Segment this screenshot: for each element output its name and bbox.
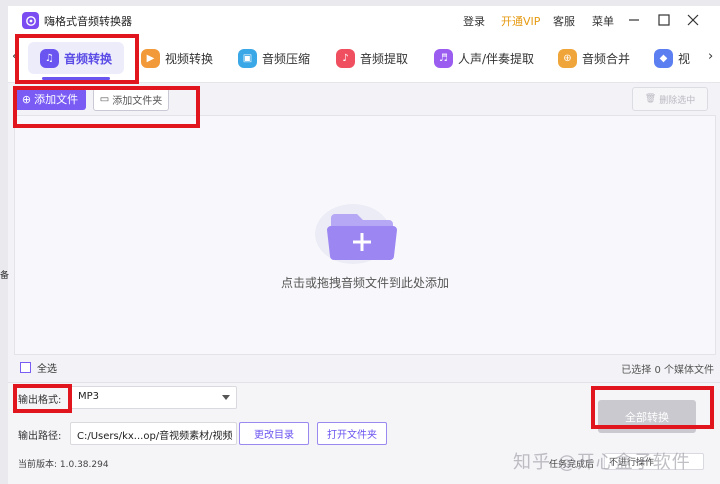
- vocal-icon: ♬: [434, 48, 453, 68]
- vip-link[interactable]: 开通VIP: [501, 13, 540, 29]
- tabs-left-arrow-icon[interactable]: ‹: [12, 49, 17, 64]
- compress-icon: ▣: [238, 48, 257, 68]
- service-link[interactable]: 客服: [553, 13, 575, 29]
- active-tab-indicator: [42, 77, 110, 80]
- tab-label: 音频转换: [64, 51, 113, 66]
- tabs-right-arrow-icon[interactable]: ›: [708, 49, 713, 64]
- output-format-select[interactable]: MP3: [70, 386, 237, 409]
- app-title: 嗨格式音频转换器: [44, 15, 132, 28]
- checkbox-box[interactable]: [20, 362, 31, 373]
- tab-audio-compress[interactable]: ▣ 音频压缩: [238, 42, 310, 74]
- convert-all-button[interactable]: 全部转换: [598, 400, 696, 433]
- headphones-icon: ♫: [40, 48, 59, 68]
- video-more-icon: ◆: [654, 48, 673, 68]
- tab-video-convert[interactable]: ▶ 视频转换: [141, 42, 213, 74]
- add-file-button[interactable]: ⊕ 添加文件: [14, 88, 86, 110]
- tab-audio-extract[interactable]: ♪ 音频提取: [336, 42, 408, 74]
- format-value: MP3: [78, 391, 100, 402]
- left-edge-text: 备: [0, 271, 10, 281]
- tab-label: 人声/伴奏提取: [458, 51, 535, 66]
- maximize-icon[interactable]: [653, 10, 675, 30]
- select-all-checkbox[interactable]: 全选: [20, 360, 57, 375]
- version-label: 当前版本: 1.0.38.294: [18, 460, 109, 470]
- chevron-down-icon: [222, 395, 230, 400]
- selected-count: 已选择 0 个媒体文件: [621, 365, 714, 376]
- file-drop-zone[interactable]: 点击或拖拽音频文件到此处添加: [14, 115, 716, 355]
- delete-selected-button[interactable]: 🗑 删除选中: [632, 87, 708, 111]
- folder-add-icon: [315, 204, 397, 264]
- title-bar: 嗨格式音频转换器 登录 开通VIP 客服 菜单: [8, 6, 720, 34]
- tab-label: 音频提取: [360, 51, 409, 66]
- merge-icon: ⊕: [558, 48, 577, 68]
- tab-video-more[interactable]: ◆ 视: [654, 42, 690, 74]
- trash-icon: 🗑: [644, 94, 657, 104]
- watermark: 知乎 @开心盒子软件: [513, 452, 691, 473]
- plus-circle-icon: ⊕: [21, 92, 32, 106]
- tab-label: 音频合并: [582, 51, 631, 66]
- output-path-field[interactable]: C:/Users/kx...op/音视频素材/视频: [70, 422, 237, 445]
- change-directory-button[interactable]: 更改目录: [239, 422, 309, 445]
- login-link[interactable]: 登录: [463, 13, 485, 29]
- select-all-label: 全选: [37, 364, 57, 375]
- path-value: C:/Users/kx...op/音视频素材/视频: [77, 431, 233, 442]
- tab-label: 视频转换: [165, 51, 214, 66]
- file-toolbar: ⊕ 添加文件 ▭ 添加文件夹: [8, 83, 720, 113]
- drop-hint: 点击或拖拽音频文件到此处添加: [280, 276, 449, 290]
- feature-tabs: ‹ ♫ 音频转换 ▶ 视频转换 ▣ 音频压缩 ♪ 音频提取 ♬ 人声/伴奏提取 …: [8, 34, 720, 83]
- folder-icon: ▭: [99, 94, 110, 105]
- tab-audio-convert[interactable]: ♫ 音频转换: [28, 42, 124, 80]
- video-icon: ▶: [141, 48, 160, 68]
- close-icon[interactable]: [682, 10, 704, 30]
- tab-vocal-extract[interactable]: ♬ 人声/伴奏提取: [434, 42, 534, 74]
- delete-selected-label: 删除选中: [659, 95, 696, 106]
- tab-label: 音频压缩: [262, 51, 311, 66]
- output-path-label: 输出路径:: [18, 431, 62, 442]
- microphone-icon: ♪: [336, 48, 355, 68]
- minimize-icon[interactable]: [623, 10, 645, 30]
- menu-link[interactable]: 菜单: [592, 13, 614, 29]
- add-folder-label: 添加文件夹: [112, 96, 163, 107]
- tab-audio-merge[interactable]: ⊕ 音频合并: [558, 42, 630, 74]
- add-file-label: 添加文件: [34, 93, 79, 106]
- app-logo-icon: [22, 12, 39, 29]
- app-window: 嗨格式音频转换器 登录 开通VIP 客服 菜单 ‹ ♫ 音频转换 ▶ 视频转换 …: [8, 6, 720, 484]
- open-folder-button[interactable]: 打开文件夹: [317, 422, 387, 445]
- add-folder-button[interactable]: ▭ 添加文件夹: [93, 88, 169, 111]
- tab-label: 视: [678, 51, 691, 66]
- output-format-label: 输出格式:: [18, 395, 62, 406]
